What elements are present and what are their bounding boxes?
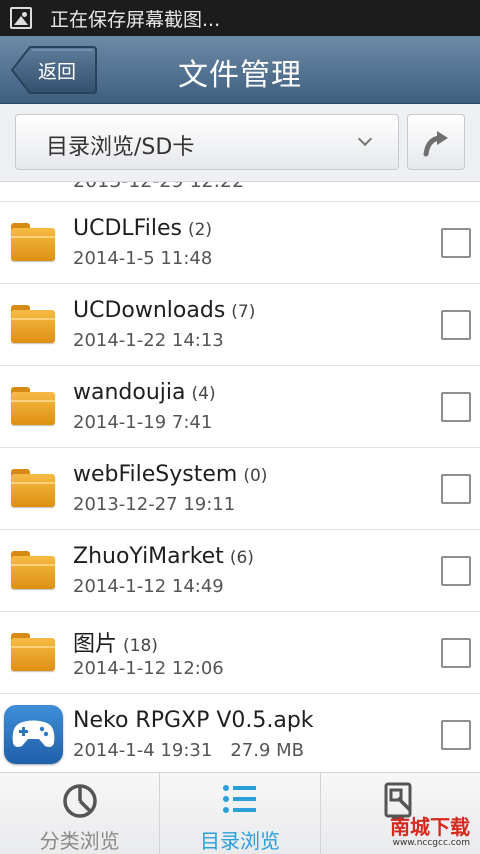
list-item-partial: 2013-12-29 12:22 <box>0 182 480 202</box>
list-item[interactable]: 图片 (18) 2014-1-12 12:06 <box>0 612 480 694</box>
bottom-tab-bar: 分类浏览 目录浏览 南城下载 www.nccgcc.com <box>0 772 480 854</box>
list-item[interactable]: UCDownloads (7) 2014-1-22 14:13 <box>0 284 480 366</box>
folder-icon <box>11 305 55 343</box>
file-name: 图片 (18) <box>73 632 158 657</box>
file-name: Neko RPGXP V0.5.apk <box>73 708 314 733</box>
chevron-down-icon <box>357 131 373 147</box>
pie-chart-icon <box>62 784 97 818</box>
item-count: (7) <box>231 302 256 322</box>
path-dropdown[interactable]: 目录浏览/SD卡 <box>15 114 399 170</box>
item-count: (4) <box>191 384 216 404</box>
status-notification: 正在保存屏幕截图... <box>50 8 221 31</box>
select-checkbox[interactable] <box>441 474 471 504</box>
title-bar: 返回 文件管理 <box>0 36 480 104</box>
file-name: wandoujia (4) <box>73 380 216 405</box>
modified-date: 2014-1-12 14:49 <box>73 576 224 597</box>
file-size: 27.9 MB <box>230 740 304 761</box>
parent-directory-button[interactable] <box>407 114 465 170</box>
list-item[interactable]: UCDLFiles (2) 2014-1-5 11:48 <box>0 202 480 284</box>
file-name: ZhuoYiMarket (6) <box>73 544 254 569</box>
list-item[interactable]: webFileSystem (0) 2013-12-27 19:11 <box>0 448 480 530</box>
tab-category-browse[interactable]: 分类浏览 <box>0 773 159 854</box>
select-checkbox[interactable] <box>441 228 471 258</box>
list-item[interactable]: Neko RPGXP V0.5.apk 2014-1-4 19:31 27.9 M… <box>0 694 480 772</box>
folder-icon <box>11 387 55 425</box>
folder-icon <box>11 469 55 507</box>
list-icon <box>222 785 256 813</box>
modified-date: 2014-1-12 12:06 <box>73 658 224 679</box>
tab-label: 目录浏览 <box>199 829 280 853</box>
modified-date: 2014-1-22 14:13 <box>73 330 224 351</box>
item-count: (6) <box>229 548 254 568</box>
file-name: webFileSystem (0) <box>73 462 268 487</box>
folder-icon <box>11 223 55 261</box>
tab-label: 分类浏览 <box>39 829 120 853</box>
page-title: 文件管理 <box>178 58 302 93</box>
select-checkbox[interactable] <box>441 392 471 422</box>
select-checkbox[interactable] <box>441 638 471 668</box>
select-checkbox[interactable] <box>441 720 471 750</box>
file-name: UCDLFiles (2) <box>73 216 213 241</box>
select-checkbox[interactable] <box>441 556 471 586</box>
folder-icon <box>11 633 55 671</box>
file-list: 2013-12-29 12:22 UCDLFiles(2) 2014-1-5 1… <box>0 182 480 772</box>
modified-date: 2014-1-19 7:41 <box>73 412 213 433</box>
folder-icon <box>11 551 55 589</box>
list-item[interactable]: ZhuoYiMarket (6) 2014-1-12 14:49 <box>0 530 480 612</box>
item-count: (0) <box>243 466 268 486</box>
item-count: (18) <box>123 636 158 656</box>
file-name: UCDownloads (7) <box>73 298 256 323</box>
watermark-logo: 南城下载 www.nccgcc.com <box>390 815 470 848</box>
partial-date: 2013-12-29 12:22 <box>73 182 244 192</box>
image-icon <box>10 7 32 29</box>
modified-date: 2014-1-5 11:48 <box>73 248 213 269</box>
tab-directory-browse[interactable]: 目录浏览 <box>159 773 319 854</box>
modified-date: 2013-12-27 19:11 <box>73 494 236 515</box>
current-path-label: 目录浏览/SD卡 <box>46 135 195 160</box>
gamepad-app-icon <box>4 705 63 764</box>
status-bar: 正在保存屏幕截图... <box>0 0 480 36</box>
item-count: (2) <box>187 220 213 240</box>
up-arrow-icon <box>423 131 448 157</box>
list-item[interactable]: wandoujia (4) 2014-1-19 7:41 <box>0 366 480 448</box>
modified-date: 2014-1-4 19:31 27.9 MB <box>73 740 304 761</box>
select-checkbox[interactable] <box>441 310 471 340</box>
path-bar: 目录浏览/SD卡 <box>0 104 480 182</box>
